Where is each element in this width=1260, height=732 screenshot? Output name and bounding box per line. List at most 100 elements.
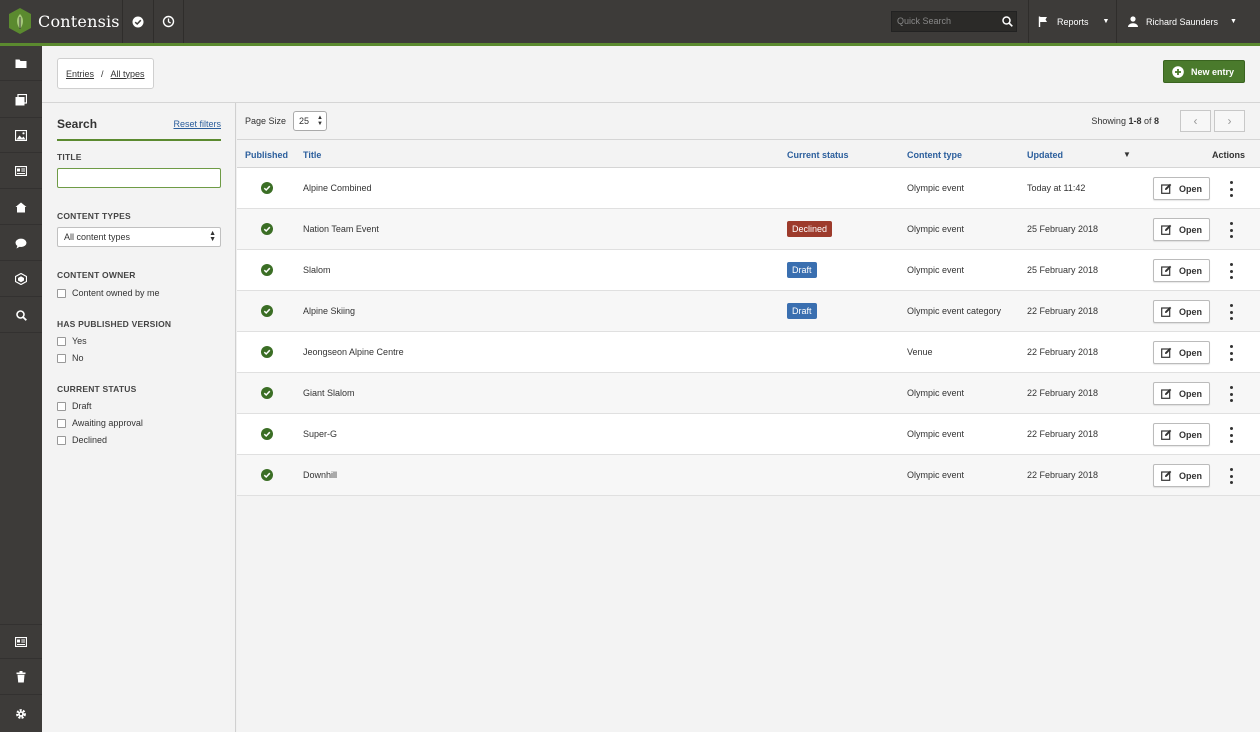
nav-assets[interactable] xyxy=(0,118,42,153)
open-entry-button[interactable]: Open xyxy=(1153,218,1210,241)
breadcrumb-entries-link[interactable]: Entries xyxy=(66,69,94,79)
checkbox-box[interactable] xyxy=(57,288,66,298)
search-icon xyxy=(1001,16,1013,27)
page-size-value: 25 xyxy=(299,116,310,126)
sort-descending-icon[interactable]: ▼ xyxy=(1123,150,1131,159)
open-label: Open xyxy=(1178,265,1202,276)
page-size-select[interactable]: 25 ▲ ▼ xyxy=(293,111,327,131)
published-no-label: No xyxy=(72,353,84,363)
table-row[interactable]: Nation Team Event Declined Olympic event 25… xyxy=(237,209,1260,250)
status-badge: Draft xyxy=(787,303,817,319)
entry-title: Super-G xyxy=(303,429,338,439)
open-entry-button[interactable]: Open xyxy=(1153,382,1210,405)
column-content-type[interactable]: Content type xyxy=(907,150,962,160)
table-row[interactable]: Slalom Draft Olympic event 25 February 2018… xyxy=(237,250,1260,291)
content-icon xyxy=(15,636,27,647)
edit-icon xyxy=(1161,347,1172,358)
app-logo[interactable]: Contensis xyxy=(8,7,120,35)
open-entry-button[interactable]: Open xyxy=(1153,341,1210,364)
chevron-down-icon: ▼ xyxy=(1102,18,1110,25)
published-check-icon xyxy=(261,182,273,194)
user-icon xyxy=(1128,16,1138,27)
nav-forms[interactable] xyxy=(0,154,42,189)
nav-content-types[interactable] xyxy=(0,262,42,297)
nav-entries[interactable] xyxy=(0,83,42,118)
flag-icon xyxy=(1038,16,1047,27)
showing-total: 8 xyxy=(1153,116,1159,126)
open-entry-button[interactable]: Open xyxy=(1153,259,1210,282)
published-check-icon xyxy=(261,264,273,276)
published-yes-checkbox[interactable]: Yes xyxy=(57,336,87,346)
column-title[interactable]: Title xyxy=(303,150,321,160)
checkbox-box[interactable] xyxy=(57,435,66,445)
edit-icon xyxy=(1161,388,1172,399)
column-current-status[interactable]: Current status xyxy=(787,150,849,160)
content-types-value: All content types xyxy=(64,232,131,242)
more-actions-icon[interactable] xyxy=(1227,263,1235,279)
open-entry-button[interactable]: Open xyxy=(1153,177,1210,200)
entry-title: Nation Team Event xyxy=(303,224,379,234)
entry-content-type: Olympic event xyxy=(907,224,965,234)
nav-search[interactable] xyxy=(0,298,42,333)
activity-button[interactable] xyxy=(153,0,184,43)
user-menu[interactable]: Richard Saunders ▼ xyxy=(1116,0,1260,43)
checkbox-box[interactable] xyxy=(57,401,66,411)
table-row[interactable]: Jeongseon Alpine Centre Venue 22 February … xyxy=(237,332,1260,373)
app-name: Contensis xyxy=(38,11,120,31)
entry-title: Giant Slalom xyxy=(303,388,355,398)
tasks-button[interactable] xyxy=(122,0,153,43)
more-actions-icon[interactable] xyxy=(1227,181,1235,197)
column-published[interactable]: Published xyxy=(245,150,288,160)
table-row[interactable]: Super-G Olympic event 22 February 2018 Open xyxy=(237,414,1260,455)
published-no-checkbox[interactable]: No xyxy=(57,353,84,363)
checkbox-box[interactable] xyxy=(57,418,66,428)
status-declined-checkbox[interactable]: Declined xyxy=(57,435,107,445)
top-bar: Contensis Quick Search Reports ▼ Richard… xyxy=(0,0,1260,43)
table-row[interactable]: Alpine Skiing Draft Olympic event category… xyxy=(237,291,1260,332)
entry-title: Alpine Combined xyxy=(303,183,372,193)
checkbox-box[interactable] xyxy=(57,353,66,363)
more-actions-icon[interactable] xyxy=(1227,386,1235,402)
title-filter-input[interactable] xyxy=(57,168,221,188)
status-awaiting-checkbox[interactable]: Awaiting approval xyxy=(57,418,143,428)
reset-filters-link[interactable]: Reset filters xyxy=(173,119,221,129)
nav-settings[interactable] xyxy=(0,696,42,731)
open-entry-button[interactable]: Open xyxy=(1153,300,1210,323)
nav-home[interactable] xyxy=(0,190,42,225)
nav-site-view[interactable] xyxy=(0,46,42,81)
reports-label: Reports xyxy=(1057,16,1089,27)
open-entry-button[interactable]: Open xyxy=(1153,464,1210,487)
quick-search-button[interactable] xyxy=(997,11,1017,32)
nav-recycle-bin[interactable] xyxy=(0,660,42,695)
table-row[interactable]: Downhill Olympic event 22 February 2018 Ope… xyxy=(237,455,1260,496)
breadcrumb: Entries / All types xyxy=(57,58,154,89)
nav-content[interactable] xyxy=(0,624,42,659)
owned-by-me-checkbox[interactable]: Content owned by me xyxy=(57,288,160,298)
breadcrumb-all-types-link[interactable]: All types xyxy=(111,69,145,79)
chevron-left-icon: ‹ xyxy=(1193,114,1198,128)
column-updated[interactable]: Updated xyxy=(1027,150,1063,160)
chevron-down-icon: ▼ xyxy=(1230,18,1237,25)
owned-by-me-label: Content owned by me xyxy=(72,288,160,298)
table-row[interactable]: Giant Slalom Olympic event 22 February 201… xyxy=(237,373,1260,414)
more-actions-icon[interactable] xyxy=(1227,427,1235,443)
table-row[interactable]: Alpine Combined Olympic event Today at 11:… xyxy=(237,168,1260,209)
forms-icon xyxy=(15,166,27,176)
more-actions-icon[interactable] xyxy=(1227,345,1235,361)
nav-comments[interactable] xyxy=(0,226,42,261)
content-owner-label: CONTENT OWNER xyxy=(57,270,136,280)
next-page-button[interactable]: › xyxy=(1214,110,1245,132)
entry-updated: 25 February 2018 xyxy=(1027,265,1099,275)
published-check-icon xyxy=(261,469,273,481)
reports-menu[interactable]: Reports ▼ xyxy=(1028,0,1115,43)
status-draft-checkbox[interactable]: Draft xyxy=(57,401,92,411)
new-entry-button[interactable]: New entry xyxy=(1162,60,1245,83)
more-actions-icon[interactable] xyxy=(1227,304,1235,320)
more-actions-icon[interactable] xyxy=(1227,468,1235,484)
previous-page-button[interactable]: ‹ xyxy=(1180,110,1211,132)
entry-title: Alpine Skiing xyxy=(303,306,356,316)
checkbox-box[interactable] xyxy=(57,336,66,346)
open-entry-button[interactable]: Open xyxy=(1153,423,1210,446)
content-types-select[interactable]: All content types ▲ ▼ xyxy=(57,227,221,247)
more-actions-icon[interactable] xyxy=(1227,222,1235,238)
